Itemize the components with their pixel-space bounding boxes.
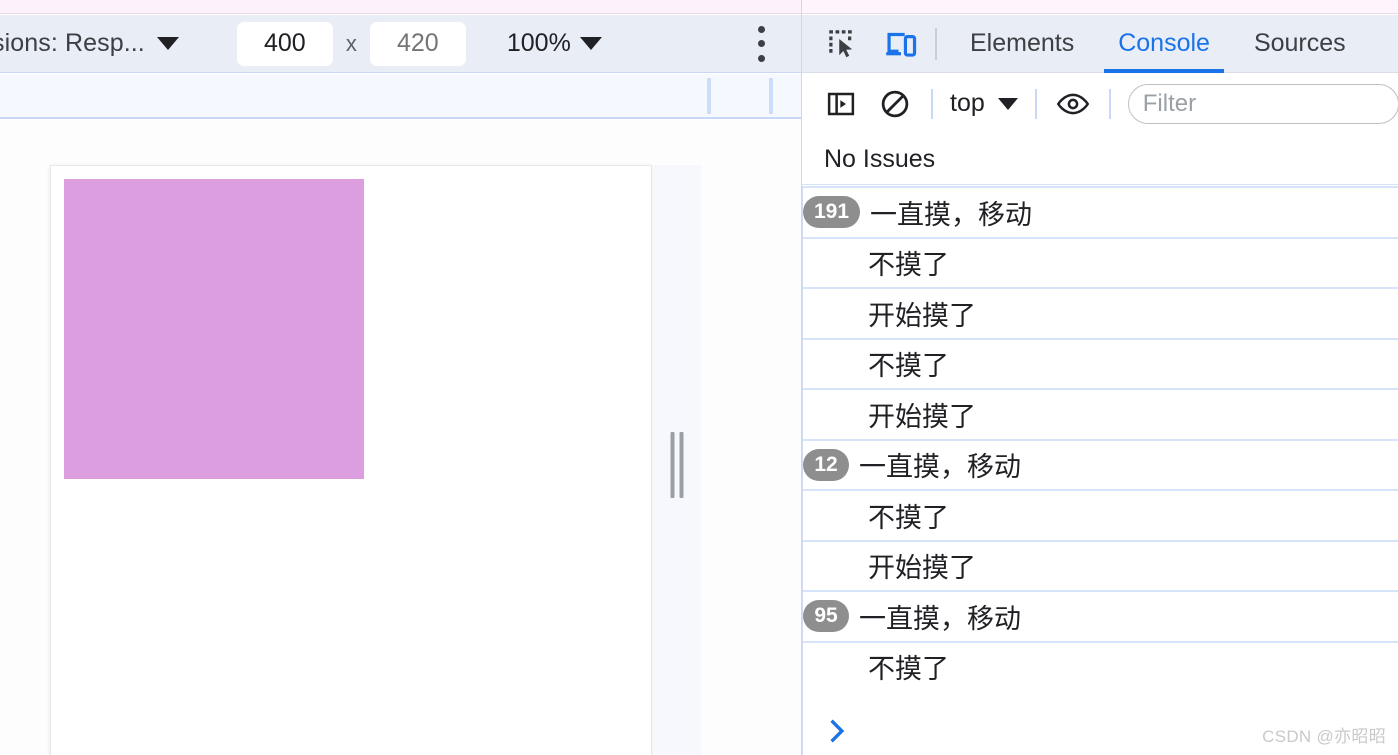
console-prompt-row[interactable]: [802, 706, 1398, 755]
console-sidebar-icon[interactable]: [818, 82, 864, 126]
toolbar-divider: [931, 88, 933, 119]
console-toolbar: top: [802, 74, 1398, 134]
viewport-resize-handle[interactable]: [670, 432, 684, 498]
devtools-panel: Elements Console Sources top Filter No I…: [801, 0, 1398, 755]
inspect-element-icon[interactable]: [820, 22, 866, 66]
console-message-text: 开始摸了: [868, 401, 976, 433]
kebab-menu-icon[interactable]: [757, 25, 765, 62]
devtools-tabbar: Elements Console Sources: [802, 15, 1398, 73]
toolbar-divider: [1034, 88, 1037, 119]
message-count-badge: 95: [803, 600, 849, 633]
message-count-badge: 191: [803, 196, 861, 229]
device-dimensions-label: sions: Resp...: [0, 29, 145, 57]
tab-elements-label: Elements: [970, 29, 1075, 57]
console-message-text: 一直摸，移动: [870, 199, 1033, 231]
console-message-text: 一直摸，移动: [859, 452, 1021, 484]
pink-touch-box[interactable]: [64, 179, 364, 479]
console-message-text: 一直摸，移动: [859, 603, 1021, 635]
tab-console[interactable]: Console: [1096, 15, 1232, 73]
console-message-list[interactable]: 191 一直摸，移动 不摸了 开始摸了 不摸了 开始摸了 12 一直摸，移动 不摸了 开始摸了 95…: [802, 186, 1398, 706]
device-toolbar-icon[interactable]: [878, 22, 924, 66]
issues-bar[interactable]: No Issues: [802, 135, 1398, 185]
message-count-badge: 12: [803, 448, 849, 481]
devtools-top-strip: [802, 0, 1398, 14]
tab-sources-label: Sources: [1253, 29, 1346, 57]
console-message-row[interactable]: 不摸了: [803, 640, 1398, 691]
tab-elements[interactable]: Elements: [948, 15, 1096, 73]
viewport-height-input[interactable]: [369, 21, 466, 66]
devtools-window: sions: Resp... x 100%: [0, 0, 1398, 755]
console-message-row[interactable]: 开始摸了: [803, 287, 1398, 338]
console-message-text: 开始摸了: [868, 553, 976, 585]
console-message-text: 不摸了: [868, 250, 949, 282]
toolbar-divider: [1108, 88, 1111, 119]
console-message-text: 不摸了: [868, 351, 949, 383]
dimension-separator-x: x: [345, 30, 357, 56]
console-context-label: top: [950, 89, 985, 117]
zoom-dropdown[interactable]: 100%: [507, 29, 602, 58]
console-message-text: 不摸了: [868, 502, 949, 534]
device-emulation-toolbar: sions: Resp... x 100%: [0, 15, 801, 73]
device-emulation-pane: sions: Resp... x 100%: [0, 0, 801, 755]
console-filter-input[interactable]: [1127, 83, 1398, 124]
emulated-page-canvas: [0, 121, 801, 755]
console-context-dropdown[interactable]: top: [946, 89, 1022, 118]
page-resize-strip: [653, 165, 701, 755]
console-message-row[interactable]: 不摸了: [803, 489, 1398, 540]
toolbar-divider: [935, 27, 937, 60]
device-network-toolbar: [0, 74, 801, 119]
tab-sources[interactable]: Sources: [1232, 15, 1368, 73]
toolbar-divider: [707, 78, 711, 114]
chevron-down-icon: [997, 97, 1018, 110]
console-prompt-chevron-icon: [830, 719, 845, 742]
console-message-row[interactable]: 开始摸了: [803, 388, 1398, 439]
viewport-width-input[interactable]: [236, 21, 333, 66]
clear-console-icon[interactable]: [872, 82, 918, 126]
console-message-row[interactable]: 12 一直摸，移动: [803, 438, 1398, 489]
console-message-row[interactable]: 191 一直摸，移动: [803, 186, 1398, 237]
tab-console-label: Console: [1118, 29, 1210, 57]
console-message-row[interactable]: 开始摸了: [803, 539, 1398, 590]
chevron-down-icon: [156, 37, 179, 50]
live-expression-eye-icon[interactable]: [1050, 82, 1096, 126]
console-message-row[interactable]: 95 一直摸，移动: [803, 590, 1398, 641]
zoom-level-label: 100%: [506, 29, 571, 57]
chevron-down-icon: [579, 37, 602, 50]
browser-chrome-strip: [0, 0, 801, 14]
device-dimensions-dropdown[interactable]: sions: Resp...: [0, 22, 179, 66]
console-message-text: 开始摸了: [868, 300, 976, 332]
console-message-text: 不摸了: [868, 654, 949, 686]
console-message-row[interactable]: 不摸了: [803, 236, 1398, 287]
toolbar-divider: [769, 78, 773, 114]
emulated-page-frame[interactable]: [50, 165, 652, 755]
issues-bar-label: No Issues: [824, 145, 936, 173]
console-message-row[interactable]: 不摸了: [803, 337, 1398, 388]
